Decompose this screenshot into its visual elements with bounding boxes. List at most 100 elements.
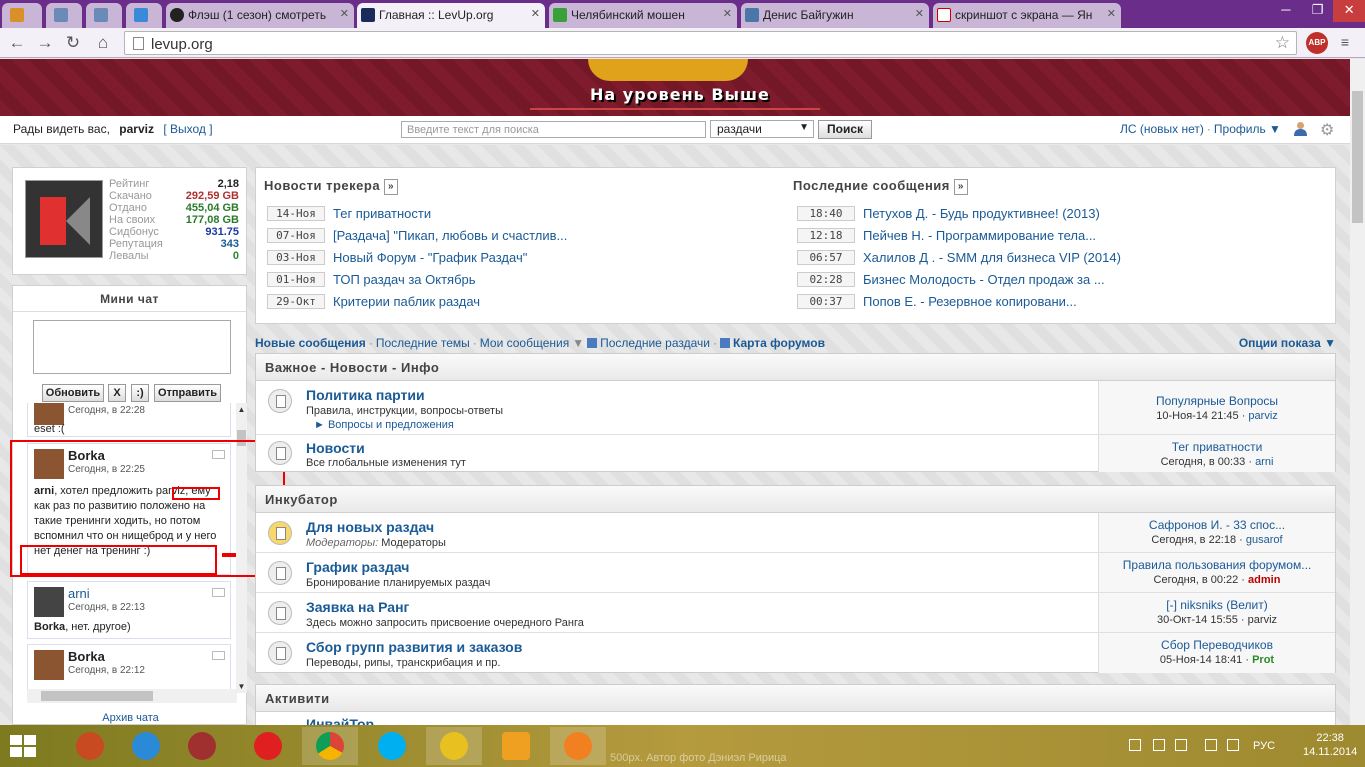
taskbar-app[interactable] bbox=[550, 727, 606, 765]
back-icon[interactable]: ← bbox=[6, 32, 28, 54]
category-title[interactable]: Активити bbox=[256, 685, 1335, 712]
chat-archive-link[interactable]: Архив чата bbox=[13, 712, 248, 724]
subforum-link[interactable]: ► Вопросы и предложения bbox=[314, 419, 454, 431]
maximize-icon[interactable]: ❐ bbox=[1302, 0, 1334, 22]
taskbar-app[interactable] bbox=[62, 727, 118, 765]
language-indicator[interactable]: РУС bbox=[1253, 740, 1275, 752]
chat-input[interactable] bbox=[33, 320, 231, 374]
taskbar-skype[interactable] bbox=[364, 727, 420, 765]
last-post-user[interactable]: arni bbox=[1255, 456, 1273, 468]
taskbar-yandex[interactable] bbox=[240, 727, 296, 765]
last-post-user[interactable]: gusarof bbox=[1246, 534, 1283, 546]
adblock-icon[interactable]: ABP bbox=[1306, 32, 1328, 54]
tab-pinned-3[interactable] bbox=[86, 3, 122, 28]
refresh-button[interactable]: Обновить bbox=[42, 384, 104, 402]
smile-button[interactable]: :) bbox=[131, 384, 149, 402]
latest-releases-link[interactable]: Последние раздачи bbox=[600, 336, 710, 350]
last-post-user[interactable]: parviz bbox=[1248, 410, 1277, 422]
last-post-user[interactable]: Prot bbox=[1252, 654, 1274, 666]
logout-link[interactable]: [ Выход ] bbox=[163, 122, 212, 136]
envelope-icon[interactable] bbox=[212, 651, 225, 660]
site-logo[interactable] bbox=[588, 59, 748, 81]
volume-icon[interactable] bbox=[1227, 739, 1239, 751]
moderators-value[interactable]: Модераторы bbox=[381, 537, 446, 549]
clear-button[interactable]: X bbox=[108, 384, 126, 402]
address-bar[interactable]: levup.org ☆ bbox=[124, 31, 1297, 55]
avatar[interactable] bbox=[34, 650, 64, 680]
search-input[interactable]: Введите текст для поиска bbox=[401, 121, 706, 138]
forum-name[interactable]: Сбор групп развития и заказов bbox=[306, 639, 522, 655]
close-icon[interactable]: ✕ bbox=[1107, 7, 1116, 20]
forum-name[interactable]: Новости bbox=[306, 440, 365, 456]
forum-name[interactable]: Политика партии bbox=[306, 387, 425, 403]
message-author[interactable]: Borka bbox=[68, 649, 105, 664]
chevron-right-icon[interactable]: » bbox=[384, 179, 399, 195]
minimize-icon[interactable]: ─ bbox=[1270, 0, 1302, 22]
tab-pinned-1[interactable] bbox=[2, 3, 42, 28]
last-post-title[interactable]: Популярные Вопросы bbox=[1099, 394, 1335, 408]
profile-link[interactable]: Профиль ▼ bbox=[1214, 122, 1281, 136]
category-title[interactable]: Инкубатор bbox=[256, 486, 1335, 513]
last-post-user[interactable]: admin bbox=[1248, 574, 1280, 586]
news-link[interactable]: ТОП раздач за Октябрь bbox=[333, 272, 476, 287]
news-link[interactable]: Халилов Д . - SMM для бизнеса VIP (2014) bbox=[863, 250, 1121, 265]
search-scope-select[interactable]: раздачи ▼ bbox=[710, 120, 814, 138]
chevron-down-icon[interactable]: ▼ bbox=[572, 336, 584, 350]
mentioned-user[interactable]: Borka bbox=[34, 621, 65, 633]
user-icon[interactable] bbox=[1293, 121, 1308, 136]
tab-pinned-2[interactable] bbox=[46, 3, 82, 28]
forum-name[interactable]: График раздач bbox=[306, 559, 409, 575]
scroll-thumb[interactable] bbox=[1352, 91, 1363, 223]
forward-icon[interactable]: → bbox=[34, 32, 56, 54]
tab-yandex[interactable]: скриншот с экрана — Ян ✕ bbox=[933, 3, 1121, 28]
category-title[interactable]: Важное - Новости - Инфо bbox=[256, 354, 1335, 381]
my-posts-link[interactable]: Мои сообщения bbox=[480, 336, 569, 350]
tracker-news-title[interactable]: Новости трекера bbox=[264, 178, 380, 193]
taskbar-ie[interactable] bbox=[118, 727, 174, 765]
tab-chelyabinsk[interactable]: Челябинский мошен ✕ bbox=[549, 3, 737, 28]
tray-up-icon[interactable] bbox=[1129, 739, 1141, 751]
tab-levup[interactable]: Главная :: LevUp.org ✕ bbox=[357, 3, 545, 28]
scroll-down-icon[interactable]: ▼ bbox=[236, 682, 247, 691]
tab-pinned-4[interactable] bbox=[126, 3, 162, 28]
taskbar-app[interactable] bbox=[426, 727, 482, 765]
battery-icon[interactable] bbox=[1205, 739, 1217, 751]
chevron-right-icon[interactable]: » bbox=[953, 179, 968, 195]
pm-link[interactable]: ЛС (новых нет) bbox=[1120, 122, 1204, 136]
scroll-up-icon[interactable]: ▲ bbox=[236, 405, 247, 414]
page-scrollbar[interactable] bbox=[1350, 59, 1365, 725]
gear-icon[interactable]: ⚙ bbox=[1320, 120, 1334, 140]
last-post-user[interactable]: parviz bbox=[1248, 614, 1277, 626]
reload-icon[interactable]: ↻ bbox=[62, 32, 84, 54]
forum-name[interactable]: Для новых раздач bbox=[306, 519, 434, 535]
news-link[interactable]: Тег приватности bbox=[333, 206, 431, 221]
close-icon[interactable]: ✕ bbox=[915, 7, 924, 20]
last-post-title[interactable]: Тег приватности bbox=[1099, 440, 1335, 454]
avatar[interactable] bbox=[25, 180, 103, 258]
close-icon[interactable]: ✕ bbox=[531, 7, 540, 20]
view-options-link[interactable]: Опции показа ▼ bbox=[1239, 336, 1336, 350]
latest-topics-link[interactable]: Последние темы bbox=[376, 336, 470, 350]
flag-icon[interactable] bbox=[1175, 739, 1187, 751]
forum-name[interactable]: Заявка на Ранг bbox=[306, 599, 409, 615]
news-link[interactable]: Критерии паблик раздач bbox=[333, 294, 480, 309]
username[interactable]: parviz bbox=[119, 122, 154, 136]
avatar[interactable] bbox=[34, 587, 64, 617]
forum-map-link[interactable]: Карта форумов bbox=[733, 336, 825, 350]
window-close-icon[interactable]: ✕ bbox=[1333, 0, 1365, 22]
news-link[interactable]: Попов Е. - Резервное копировани... bbox=[863, 294, 1077, 309]
chat-hscrollbar[interactable] bbox=[27, 689, 237, 703]
windows-start-icon[interactable] bbox=[10, 735, 36, 757]
signal-icon[interactable] bbox=[1153, 739, 1165, 751]
news-link[interactable]: Петухов Д. - Будь продуктивнее! (2013) bbox=[863, 206, 1100, 221]
tab-flash[interactable]: Флэш (1 сезон) смотреть ✕ bbox=[166, 3, 354, 28]
search-button[interactable]: Поиск bbox=[818, 120, 872, 139]
clock[interactable]: 22:38 14.11.2014 bbox=[1303, 731, 1357, 759]
last-post-title[interactable]: Сафронов И. - 33 спос... bbox=[1099, 518, 1335, 532]
news-link[interactable]: Пейчев Н. - Программирование тела... bbox=[863, 228, 1096, 243]
taskbar-chrome[interactable] bbox=[302, 727, 358, 765]
new-posts-link[interactable]: Новые сообщения bbox=[255, 336, 366, 350]
bookmark-star-icon[interactable]: ☆ bbox=[1275, 33, 1290, 53]
home-icon[interactable]: ⌂ bbox=[92, 32, 114, 54]
last-post-title[interactable]: Правила пользования форумом... bbox=[1099, 558, 1335, 572]
